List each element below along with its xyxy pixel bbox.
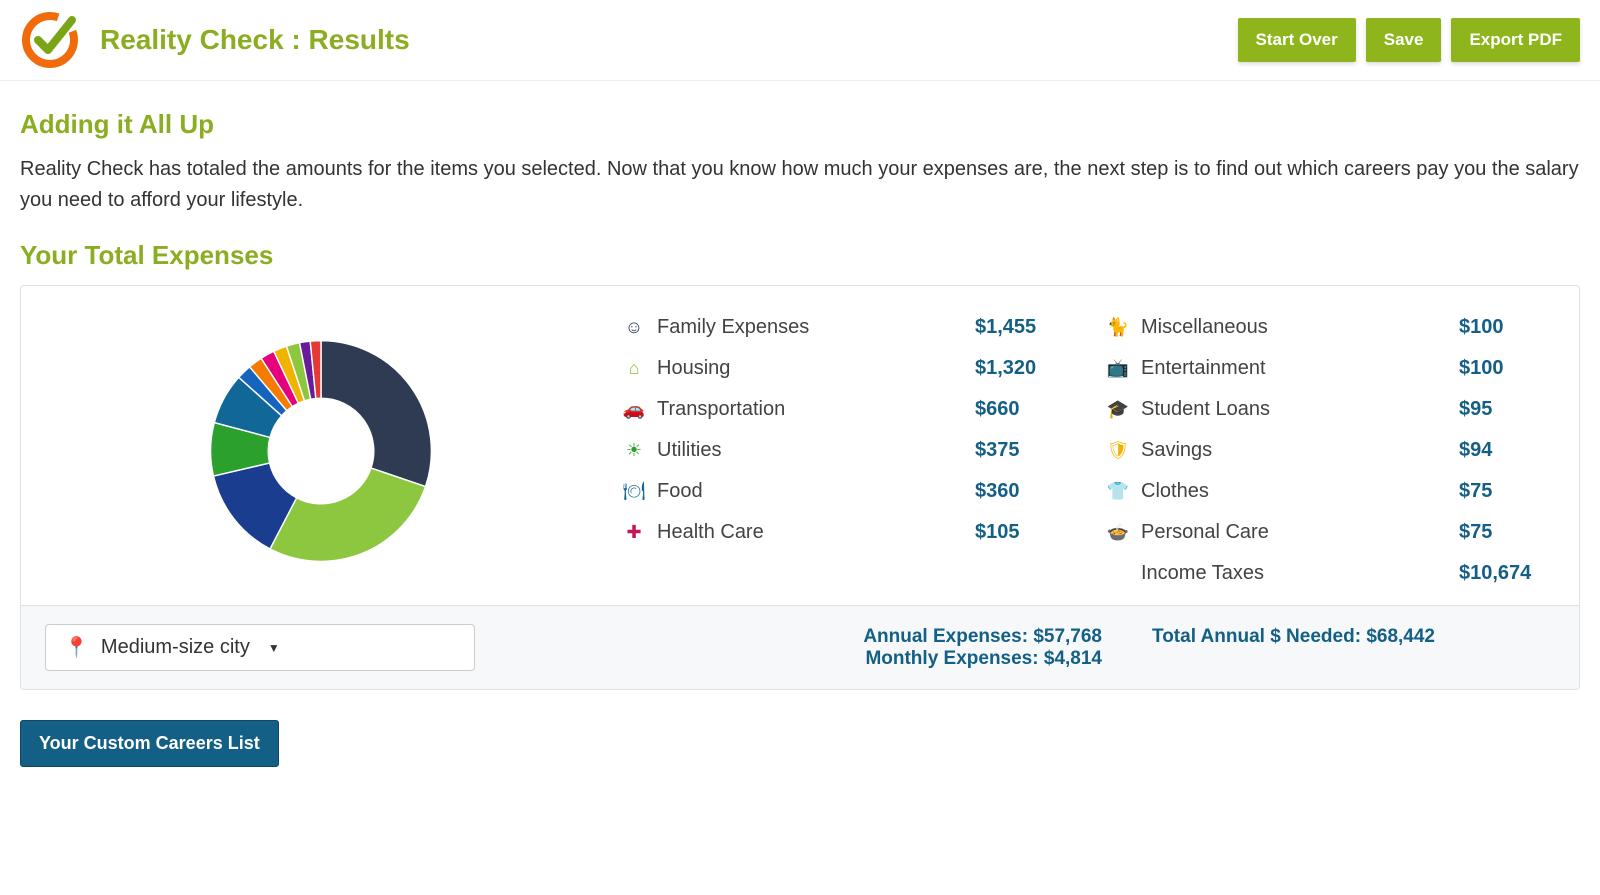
start-over-button[interactable]: Start Over xyxy=(1238,18,1356,62)
monthly-expenses-value: $4,814 xyxy=(1044,648,1102,669)
category-label: Food xyxy=(657,480,965,503)
category-label: Student Loans xyxy=(1141,398,1449,421)
category-label: Health Care xyxy=(657,521,965,544)
city-size-select[interactable]: 📍 Medium-size city ▼ xyxy=(45,624,475,671)
legend-row: 🛡 Savings $94 xyxy=(1105,439,1559,462)
expense-panel: ☺ Family Expenses $1,455 ⌂ Housing $1,320 🚗 Tra… xyxy=(20,285,1580,690)
category-value: $660 xyxy=(975,398,1075,421)
category-label: Savings xyxy=(1141,439,1449,462)
adding-up-heading: Adding it All Up xyxy=(20,109,1580,140)
category-icon: 📺 xyxy=(1105,358,1131,379)
legend-row: ✚ Health Care $105 xyxy=(621,521,1075,544)
total-needed-label: Total Annual $ Needed: xyxy=(1152,626,1361,647)
save-button[interactable]: Save xyxy=(1366,18,1442,62)
category-value: $100 xyxy=(1459,316,1559,339)
category-label: Transportation xyxy=(657,398,965,421)
category-label: Entertainment xyxy=(1141,357,1449,380)
category-label: Personal Care xyxy=(1141,521,1449,544)
map-pin-icon: 📍 xyxy=(64,635,89,660)
category-icon: 🚗 xyxy=(621,399,647,420)
category-label: Clothes xyxy=(1141,480,1449,503)
category-icon: ☺ xyxy=(621,317,647,338)
legend-row: 🍽 Food $360 xyxy=(621,480,1075,503)
legend-row: ⌂ Housing $1,320 xyxy=(621,357,1075,380)
category-value: $105 xyxy=(975,521,1075,544)
category-value: $1,455 xyxy=(975,316,1075,339)
legend-row: 🍲 Personal Care $75 xyxy=(1105,521,1559,544)
chevron-down-icon: ▼ xyxy=(268,641,280,655)
category-icon: 🎓 xyxy=(1105,399,1131,420)
legend-left-column: ☺ Family Expenses $1,455 ⌂ Housing $1,320 🚗 Tra… xyxy=(621,316,1075,585)
annual-expenses-value: $57,768 xyxy=(1033,626,1102,647)
legend-row: Income Taxes $10,674 xyxy=(1105,562,1559,585)
category-icon: 🛡 xyxy=(1105,440,1131,461)
total-needed: Total Annual $ Needed: $68,442 xyxy=(1152,626,1435,648)
header-actions: Start Over Save Export PDF xyxy=(1238,18,1580,62)
donut-slice xyxy=(270,468,426,561)
category-icon: 🍽 xyxy=(621,481,647,502)
legend-row: 👕 Clothes $75 xyxy=(1105,480,1559,503)
monthly-expenses-label: Monthly Expenses: xyxy=(865,648,1038,669)
category-icon: ✚ xyxy=(621,522,647,543)
legend-row: 📺 Entertainment $100 xyxy=(1105,357,1559,380)
category-value: $100 xyxy=(1459,357,1559,380)
export-pdf-button[interactable]: Export PDF xyxy=(1451,18,1580,62)
legend-row: 🐈 Miscellaneous $100 xyxy=(1105,316,1559,339)
custom-careers-button[interactable]: Your Custom Careers List xyxy=(20,720,279,767)
category-value: $375 xyxy=(975,439,1075,462)
category-label: Income Taxes xyxy=(1141,562,1449,585)
legend-right-column: 🐈 Miscellaneous $100 📺 Entertainment $100 🎓 Stu… xyxy=(1105,316,1559,585)
category-label: Family Expenses xyxy=(657,316,965,339)
legend-row: 🚗 Transportation $660 xyxy=(621,398,1075,421)
legend-row: 🎓 Student Loans $95 xyxy=(1105,398,1559,421)
category-value: $75 xyxy=(1459,480,1559,503)
category-icon: ⌂ xyxy=(621,358,647,379)
totals-summary: Annual Expenses: $57,768 Monthly Expense… xyxy=(515,626,1555,670)
category-label: Miscellaneous xyxy=(1141,316,1449,339)
category-value: $75 xyxy=(1459,521,1559,544)
legend-row: ☀ Utilities $375 xyxy=(621,439,1075,462)
total-needed-value: $68,442 xyxy=(1366,626,1435,647)
annual-expenses-label: Annual Expenses: xyxy=(863,626,1028,647)
category-icon: 🐈 xyxy=(1105,317,1131,338)
expense-footer: 📍 Medium-size city ▼ Annual Expenses: $5… xyxy=(21,605,1579,689)
expense-body: ☺ Family Expenses $1,455 ⌂ Housing $1,320 🚗 Tra… xyxy=(21,286,1579,605)
city-selected-label: Medium-size city xyxy=(101,636,250,659)
category-value: $95 xyxy=(1459,398,1559,421)
total-expenses-heading: Your Total Expenses xyxy=(20,240,1580,271)
page-title: Reality Check : Results xyxy=(100,24,1238,56)
topbar: Reality Check : Results Start Over Save … xyxy=(0,0,1600,81)
category-label: Housing xyxy=(657,357,965,380)
main-content: Adding it All Up Reality Check has total… xyxy=(0,81,1600,797)
category-value: $1,320 xyxy=(975,357,1075,380)
expense-legend: ☺ Family Expenses $1,455 ⌂ Housing $1,320 🚗 Tra… xyxy=(621,316,1559,585)
category-icon: 🍲 xyxy=(1105,522,1131,543)
category-label: Utilities xyxy=(657,439,965,462)
expense-totals: Annual Expenses: $57,768 Monthly Expense… xyxy=(863,626,1102,670)
logo-checkmark-icon xyxy=(20,10,80,70)
donut-slice xyxy=(321,340,431,486)
category-value: $10,674 xyxy=(1459,562,1559,585)
donut-chart xyxy=(41,331,601,571)
intro-text: Reality Check has totaled the amounts fo… xyxy=(20,154,1580,216)
category-icon: ☀ xyxy=(621,440,647,461)
category-icon: 👕 xyxy=(1105,481,1131,502)
legend-row: ☺ Family Expenses $1,455 xyxy=(621,316,1075,339)
category-value: $360 xyxy=(975,480,1075,503)
category-value: $94 xyxy=(1459,439,1559,462)
